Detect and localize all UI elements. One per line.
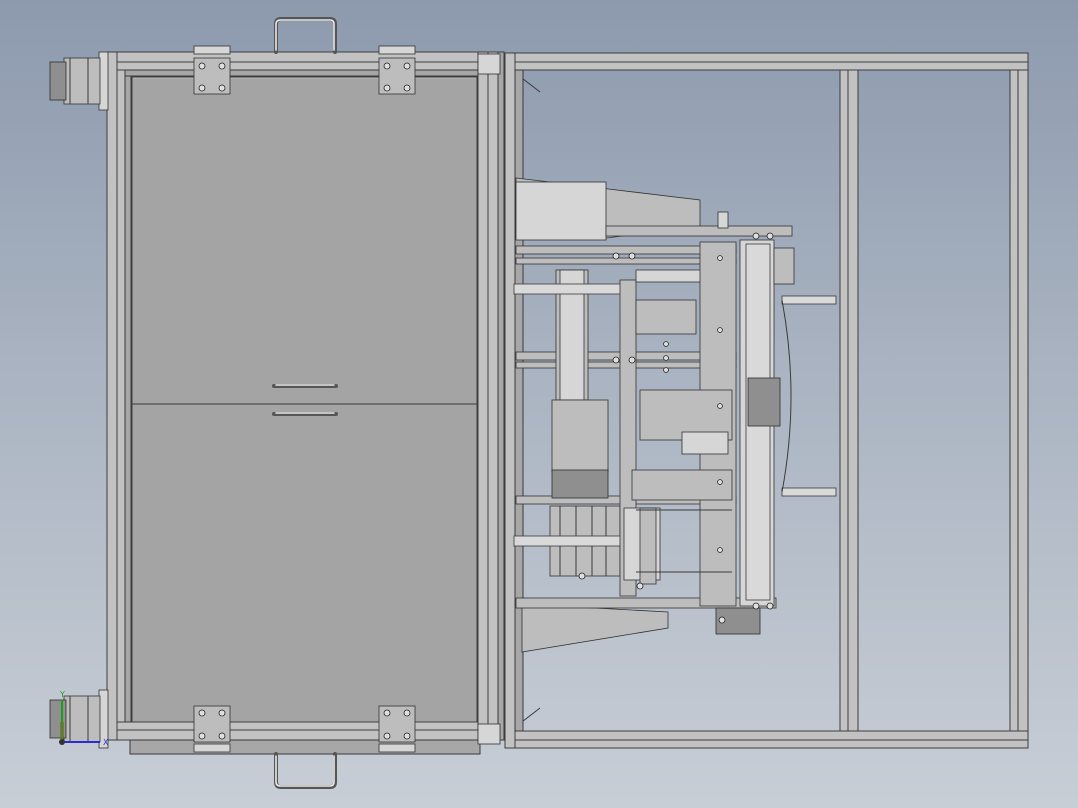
cad-viewport[interactable]: Y X [0,0,1078,808]
door-handle-upper[interactable] [272,384,338,388]
carry-handle-top[interactable] [274,17,337,54]
axis-x-label: X [103,738,109,747]
hinge-top-right [378,45,416,95]
mechanism-assembly [513,177,837,653]
cabinet-doors [131,76,478,723]
machine-drawing: Y X [49,17,1029,789]
hinge-top-left [193,45,231,95]
carry-handle-bottom[interactable] [274,752,337,789]
axis-y-label: Y [59,690,65,699]
hinge-bottom-right [378,705,416,753]
door-handle-lower[interactable] [272,412,338,416]
caster-bottom [49,689,109,749]
hinge-bottom-left [193,705,231,753]
caster-top [49,51,109,111]
